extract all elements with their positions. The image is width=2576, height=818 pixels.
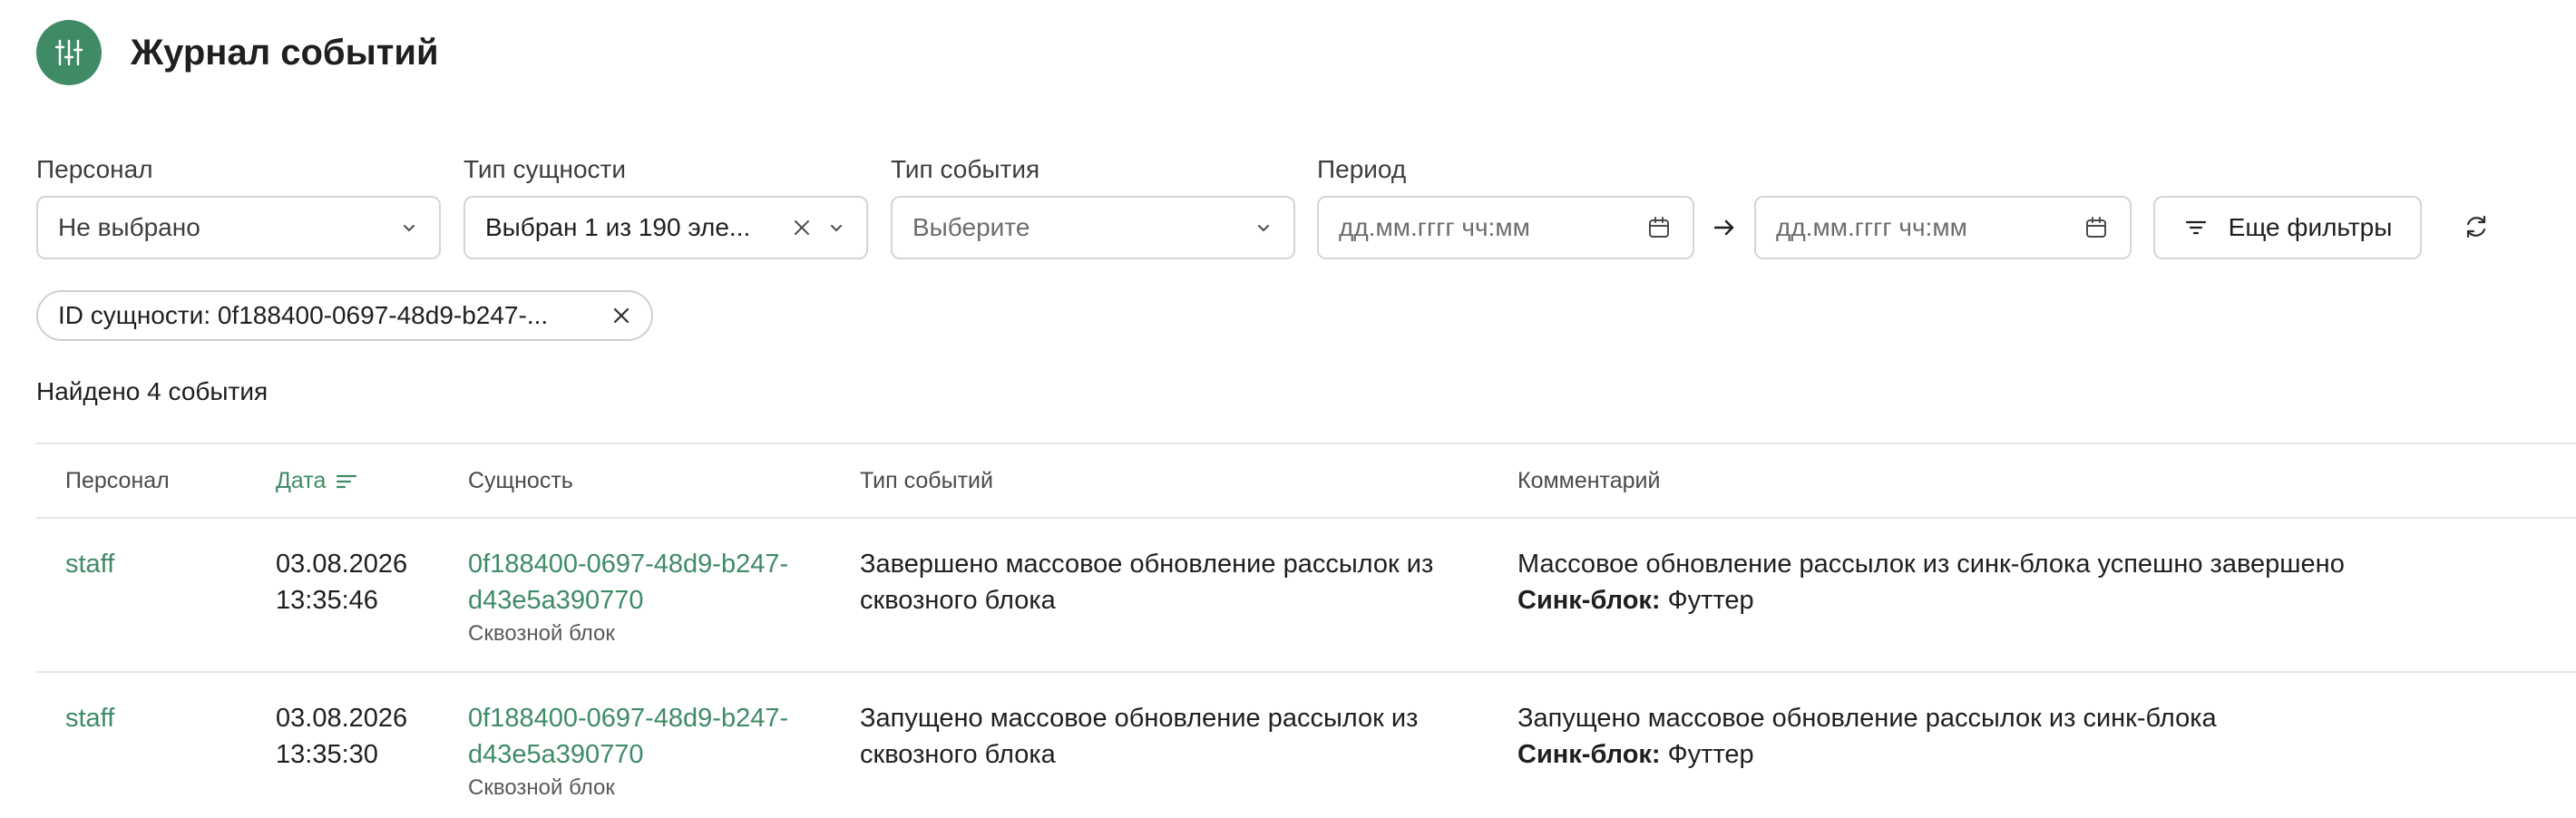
- entity-id-line-1: 0f188400-0697-48d9-b247-: [468, 704, 789, 733]
- entity-cell: 0f188400-0697-48d9-b247- d43e5a390770 Ск…: [468, 546, 849, 648]
- period-to-placeholder: дд.мм.гггг чч:мм: [1776, 213, 1967, 241]
- comment-detail: Синк-блок: Футтер: [1517, 582, 2515, 618]
- event-date-time: 13:35:30: [276, 740, 378, 769]
- event-type-line-1: Запущено массовое обновление рассылок из: [860, 704, 1419, 733]
- event-type-select[interactable]: Выберите: [891, 196, 1295, 259]
- staff-filter-label: Персонал: [36, 155, 153, 183]
- entity-id-link[interactable]: 0f188400-0697-48d9-b247- d43e5a390770: [468, 546, 849, 618]
- event-type-line-1: Завершено массовое обновление рассылок и…: [860, 550, 1434, 579]
- page-title: Журнал событий: [131, 32, 439, 73]
- staff-select-value: Не выбрано: [58, 213, 200, 241]
- comment-detail-label: Синк-блок:: [1517, 586, 1661, 615]
- entity-id-link[interactable]: 0f188400-0697-48d9-b247- d43e5a390770: [468, 700, 849, 773]
- period-to-input[interactable]: дд.мм.гггг чч:мм: [1754, 196, 2132, 259]
- clear-icon[interactable]: [790, 216, 814, 239]
- column-header-entity[interactable]: Сущность: [468, 468, 573, 494]
- calendar-icon[interactable]: [1645, 214, 1673, 241]
- results-count: Найдено 4 события: [36, 377, 268, 405]
- entity-type-select[interactable]: Выбран 1 из 190 эле...: [463, 196, 868, 259]
- close-icon[interactable]: [610, 304, 633, 327]
- more-filters-button[interactable]: Еще фильтры: [2153, 196, 2422, 259]
- filter-chip-label: ID сущности: 0f188400-0697-48d9-b247-...: [58, 301, 549, 329]
- comment-detail-value: Футтер: [1660, 740, 1754, 769]
- event-date-time: 13:35:46: [276, 586, 378, 615]
- entity-type-select-value: Выбран 1 из 190 эле...: [485, 213, 751, 241]
- chevron-down-icon: [399, 218, 419, 238]
- period-from-input[interactable]: дд.мм.гггг чч:мм: [1317, 196, 1694, 259]
- comment-detail-value: Футтер: [1660, 586, 1754, 615]
- entity-cell: 0f188400-0697-48d9-b247- d43e5a390770 Ск…: [468, 700, 849, 802]
- entity-id-line-2: d43e5a390770: [468, 586, 644, 615]
- arrow-right-icon: [1713, 219, 1734, 236]
- page-header: Журнал событий: [36, 20, 439, 85]
- event-date-day: 03.08.2026: [276, 550, 408, 579]
- entity-id-line-1: 0f188400-0697-48d9-b247-: [468, 550, 789, 579]
- event-type-cell: Запущено массовое обновление рассылок из…: [860, 700, 1513, 773]
- column-header-event-type[interactable]: Тип событий: [860, 468, 993, 494]
- period-from-placeholder: дд.мм.гггг чч:мм: [1339, 213, 1530, 241]
- refresh-icon[interactable]: [2460, 210, 2493, 243]
- sliders-icon: [36, 20, 102, 85]
- sort-icon: [337, 474, 357, 488]
- filter-icon: [2183, 214, 2210, 241]
- event-type-select-placeholder: Выберите: [912, 213, 1030, 241]
- column-header-date-label: Дата: [276, 468, 327, 493]
- column-header-date[interactable]: Дата: [276, 468, 358, 494]
- entity-id-line-2: d43e5a390770: [468, 740, 644, 769]
- calendar-icon[interactable]: [2083, 214, 2110, 241]
- column-header-staff[interactable]: Персонал: [65, 468, 170, 494]
- entity-type-label: Сквозной блок: [468, 621, 615, 646]
- staff-link[interactable]: staff: [65, 700, 114, 736]
- comment-detail: Синк-блок: Футтер: [1517, 736, 2515, 773]
- event-type-cell: Завершено массовое обновление рассылок и…: [860, 546, 1513, 618]
- entity-type-label: Сквозной блок: [468, 775, 615, 800]
- events-table: Персонал Дата Сущность Тип событий Комме…: [36, 443, 2576, 818]
- event-type-filter-label: Тип события: [891, 155, 1040, 183]
- comment-text: Запущено массовое обновление рассылок из…: [1517, 704, 2217, 733]
- event-type-line-2: сквозного блока: [860, 586, 1056, 615]
- event-date: 03.08.2026 13:35:30: [276, 700, 457, 773]
- table-header: Персонал Дата Сущность Тип событий Комме…: [36, 443, 2576, 519]
- comment-detail-label: Синк-блок:: [1517, 740, 1661, 769]
- event-date-day: 03.08.2026: [276, 704, 408, 733]
- event-date: 03.08.2026 13:35:46: [276, 546, 457, 618]
- staff-select[interactable]: Не выбрано: [36, 196, 441, 259]
- chevron-down-icon: [1254, 218, 1273, 238]
- table-row: staff 03.08.2026 13:35:30 0f188400-0697-…: [36, 673, 2576, 818]
- comment-cell: Массовое обновление рассылок из синк-бло…: [1517, 546, 2515, 618]
- more-filters-label: Еще фильтры: [2228, 213, 2393, 241]
- table-row: staff 03.08.2026 13:35:46 0f188400-0697-…: [36, 519, 2576, 673]
- comment-cell: Запущено массовое обновление рассылок из…: [1517, 700, 2515, 773]
- staff-link[interactable]: staff: [65, 546, 114, 582]
- period-filter-label: Период: [1317, 155, 1407, 183]
- comment-text: Массовое обновление рассылок из синк-бло…: [1517, 550, 2345, 579]
- chevron-down-icon: [826, 218, 846, 238]
- entity-id-filter-chip[interactable]: ID сущности: 0f188400-0697-48d9-b247-...: [36, 290, 653, 341]
- column-header-comment[interactable]: Комментарий: [1517, 468, 1660, 494]
- entity-type-filter-label: Тип сущности: [463, 155, 626, 183]
- event-type-line-2: сквозного блока: [860, 740, 1056, 769]
